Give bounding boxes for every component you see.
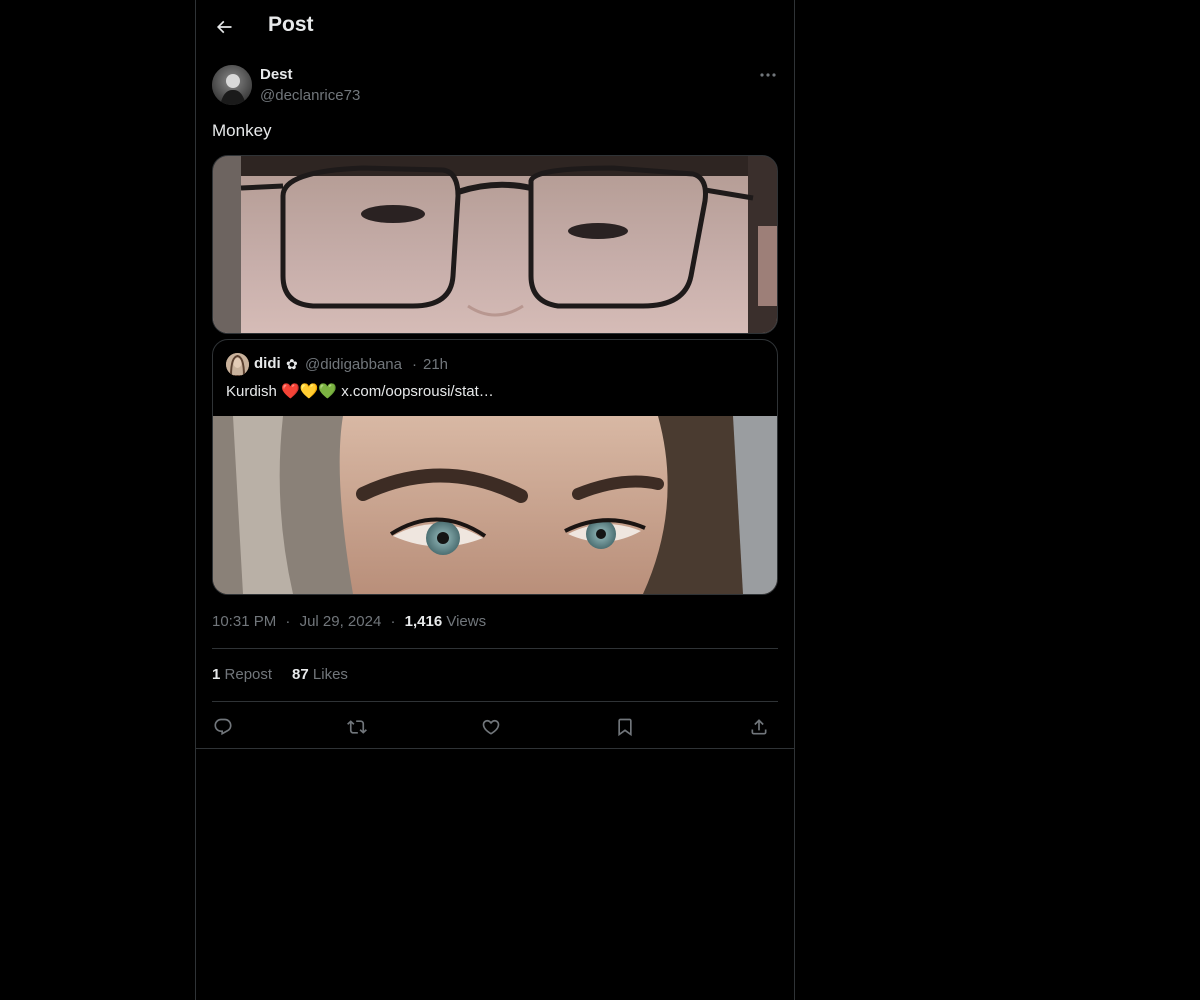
page-header: Post: [196, 0, 794, 54]
quoted-display-name: didi: [254, 355, 281, 372]
bookmark-icon: [618, 718, 632, 737]
author-avatar[interactable]: [212, 65, 252, 105]
divider: [196, 748, 794, 749]
post-image[interactable]: [212, 155, 778, 334]
quoted-post[interactable]: didi ✿ @didigabbana · 21h Kurdish ❤️💛💚 x…: [212, 339, 778, 595]
post-date[interactable]: Jul 29, 2024: [300, 613, 382, 630]
reposts-label: Repost: [224, 666, 273, 683]
views-label: Views: [446, 613, 487, 630]
reply-button[interactable]: [206, 713, 240, 741]
quoted-time: 21h: [423, 356, 449, 373]
likes-count: 87: [292, 666, 309, 683]
repost-button[interactable]: [340, 713, 374, 741]
bookmark-button[interactable]: [608, 713, 642, 741]
reposts-count: 1: [212, 666, 221, 683]
heart-icon: [482, 719, 500, 735]
quoted-separator: ·: [412, 356, 417, 373]
like-button[interactable]: [474, 713, 508, 741]
views-count: 1,416: [404, 613, 443, 630]
divider: [212, 701, 778, 702]
quoted-handle: @didigabbana: [305, 356, 402, 373]
reply-icon: [214, 718, 232, 736]
meta-separator: ·: [285, 613, 291, 630]
back-button[interactable]: [208, 11, 240, 43]
divider: [212, 648, 778, 649]
quoted-author-avatar: [226, 353, 249, 376]
more-horizontal-icon: [760, 73, 776, 77]
repost-icon: [347, 720, 367, 734]
quoted-name-badge: ✿: [286, 356, 298, 372]
author-display-name[interactable]: Dest: [260, 66, 293, 83]
quoted-image: [213, 416, 777, 594]
post-text: Monkey: [212, 121, 272, 140]
post-meta: 10:31 PM · Jul 29, 2024 · 1,416 Views: [212, 613, 486, 630]
post-stats: 1 Repost 87 Likes: [212, 666, 348, 683]
page-title: Post: [268, 13, 314, 36]
arrow-left-icon: [216, 20, 232, 34]
likes-label: Likes: [312, 666, 348, 683]
meta-separator: ·: [390, 613, 396, 630]
share-button[interactable]: [742, 713, 776, 741]
action-bar: [212, 713, 778, 741]
likes-stat[interactable]: 87 Likes: [292, 666, 348, 683]
share-icon: [751, 719, 767, 735]
post-time[interactable]: 10:31 PM: [212, 613, 276, 630]
reposts-stat[interactable]: 1 Repost: [212, 666, 272, 683]
more-options-button[interactable]: [756, 64, 780, 86]
post-column: Post Dest @declanrice73 Monkey didi ✿ @d…: [195, 0, 795, 1000]
author-handle[interactable]: @declanrice73: [260, 87, 360, 104]
quoted-text: Kurdish ❤️💛💚 x.com/oopsrousi/stat…: [226, 383, 494, 400]
